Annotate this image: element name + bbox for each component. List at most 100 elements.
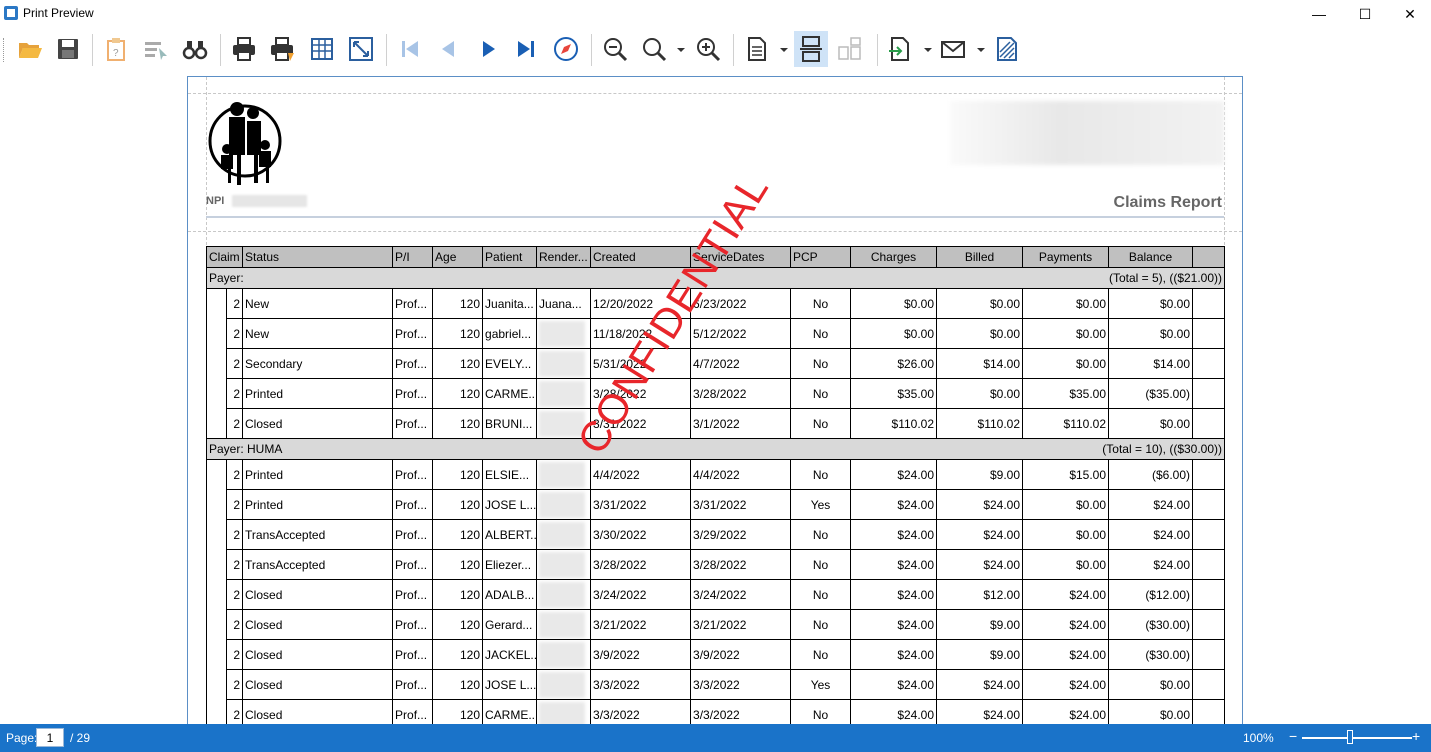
cell-billed: $110.02 [936,408,1024,439]
cell-balance: $0.00 [1108,318,1194,349]
table-row[interactable]: 2 New Prof... 120 gabriel... 11/18/2022 5/12/2… [206,318,1226,349]
navigate-icon[interactable] [549,31,583,67]
table-row[interactable]: 2 Closed Prof... 120 JOSE L... 3/3/2022 3/3/20… [206,669,1226,700]
export-icon[interactable] [883,31,917,67]
cell-created: 3/28/2022 [590,378,692,409]
cell-billed: $14.00 [936,348,1024,379]
table-row[interactable]: 2 New Prof... 120 Juanita... Juana... 12/20/20… [206,288,1226,319]
cell-claim: 2 [225,459,244,490]
cell-pi: Prof... [392,489,434,520]
redacted-rendering-provider [539,701,586,724]
continuous-icon[interactable] [833,31,867,67]
zoom-out-button[interactable]: − [1289,728,1297,744]
find-icon[interactable] [178,31,212,67]
minimize-button[interactable]: — [1296,0,1342,28]
cell-pi: Prof... [392,609,434,640]
cell-pcp: No [790,348,852,379]
print-icon[interactable] [227,31,261,67]
table-row[interactable]: 2 Printed Prof... 120 ELSIE... 4/4/2022 4/4/20… [206,459,1226,490]
table-row[interactable]: 2 Closed Prof... 120 CARME... 3/3/2022 3/3/202… [206,699,1226,724]
cell-pi: Prof... [392,318,434,349]
maximize-button[interactable]: ☐ [1342,0,1388,28]
table-row[interactable]: 2 TransAccepted Prof... 120 ALBERT... 3/30/20… [206,519,1226,550]
cell-spacer [1192,609,1226,640]
cell-charges: $24.00 [850,489,938,520]
table-row[interactable]: 2 Closed Prof... 120 BRUNI... 3/31/2022 3/1/20… [206,408,1226,439]
table-row[interactable]: 2 Closed Prof... 120 Gerard... 3/21/2022 3/21/… [206,609,1226,640]
preview-viewport[interactable]: NPI Claims Report Claim Status P/I Age Patie… [0,72,1431,724]
redacted-header-image [950,101,1224,165]
close-button[interactable]: ✕ [1387,0,1431,28]
cell-pcp: No [790,408,852,439]
redacted-rendering-provider [539,410,586,437]
cell-created: 12/20/2022 [590,288,692,319]
cell-render [536,699,592,724]
email-dropdown-arrow[interactable] [977,48,985,52]
table-row[interactable]: 2 Printed Prof... 120 JOSE L... 3/31/2022 3/31… [206,489,1226,520]
scale-icon[interactable] [344,31,378,67]
cell-status: Secondary [242,348,394,379]
quick-print-icon[interactable] [265,31,299,67]
page-setup-icon[interactable] [305,31,339,67]
redacted-rendering-provider [539,581,586,608]
zoom-out-icon[interactable] [598,31,632,67]
table-row[interactable]: 2 Secondary Prof... 120 EVELY... 5/31/2022 4/7… [206,348,1226,379]
row-indent [206,348,227,379]
svg-text:?: ? [113,48,119,59]
zoom-dropdown-arrow[interactable] [677,48,685,52]
cell-billed: $9.00 [936,459,1024,490]
cell-payments: $110.02 [1022,408,1110,439]
cell-payments: $0.00 [1022,288,1110,319]
cell-claim: 2 [225,348,244,379]
email-icon[interactable] [936,31,970,67]
watermark-icon[interactable] [990,31,1024,67]
cell-render: Juana... [536,288,592,319]
parameters-icon[interactable]: ? [99,31,133,67]
export-dropdown-arrow[interactable] [924,48,932,52]
single-page-icon[interactable] [740,31,774,67]
row-indent [206,288,227,319]
cell-spacer [1192,459,1226,490]
toolbar-grip[interactable] [3,38,6,62]
cell-spacer [1192,699,1226,724]
row-indent [206,639,227,670]
current-page-input[interactable] [36,728,64,747]
cell-age: 120 [432,408,484,439]
multiple-pages-icon[interactable] [794,31,828,67]
payer-group-total: (Total = 5), (($21.00)) [590,267,1226,289]
zoom-in-icon[interactable] [691,31,725,67]
table-row[interactable]: 2 Closed Prof... 120 JACKEL... 3/9/2022 3/9/20… [206,639,1226,670]
cell-service: 3/9/2022 [690,639,792,670]
cell-status: Closed [242,579,394,610]
table-row[interactable]: 2 Printed Prof... 120 CARME... 3/28/2022 3/28/… [206,378,1226,409]
cell-payments: $24.00 [1022,609,1110,640]
cell-spacer [1192,408,1226,439]
cell-service: 3/1/2022 [690,408,792,439]
column-header: PCP [790,246,852,268]
save-icon[interactable] [51,31,85,67]
next-page-icon[interactable] [472,31,506,67]
cell-created: 3/24/2022 [590,579,692,610]
column-header: Payments [1022,246,1110,268]
cell-age: 120 [432,639,484,670]
cell-pi: Prof... [392,639,434,670]
cell-status: Closed [242,699,394,724]
zoom-icon[interactable] [637,31,671,67]
zoom-in-button[interactable]: + [1412,728,1420,744]
zoom-percentage: 100% [1243,731,1274,745]
last-page-icon[interactable] [509,31,543,67]
zoom-slider-thumb[interactable] [1347,730,1353,744]
redacted-rendering-provider [539,641,586,668]
cell-service: 3/31/2022 [690,489,792,520]
table-row[interactable]: 2 Closed Prof... 120 ADALB... 3/24/2022 3/24/2… [206,579,1226,610]
first-page-icon[interactable] [393,31,427,67]
select-icon[interactable] [139,31,173,67]
previous-page-icon[interactable] [431,31,465,67]
zoom-slider-track[interactable] [1302,737,1412,739]
cell-billed: $0.00 [936,318,1024,349]
page-layout-dropdown-arrow[interactable] [780,48,788,52]
open-icon[interactable] [13,31,47,67]
table-row[interactable]: 2 TransAccepted Prof... 120 Eliezer... 3/28/2… [206,549,1226,580]
cell-patient: CARME... [482,378,538,409]
status-bar: Page: / 29 100% − + [0,724,1431,752]
